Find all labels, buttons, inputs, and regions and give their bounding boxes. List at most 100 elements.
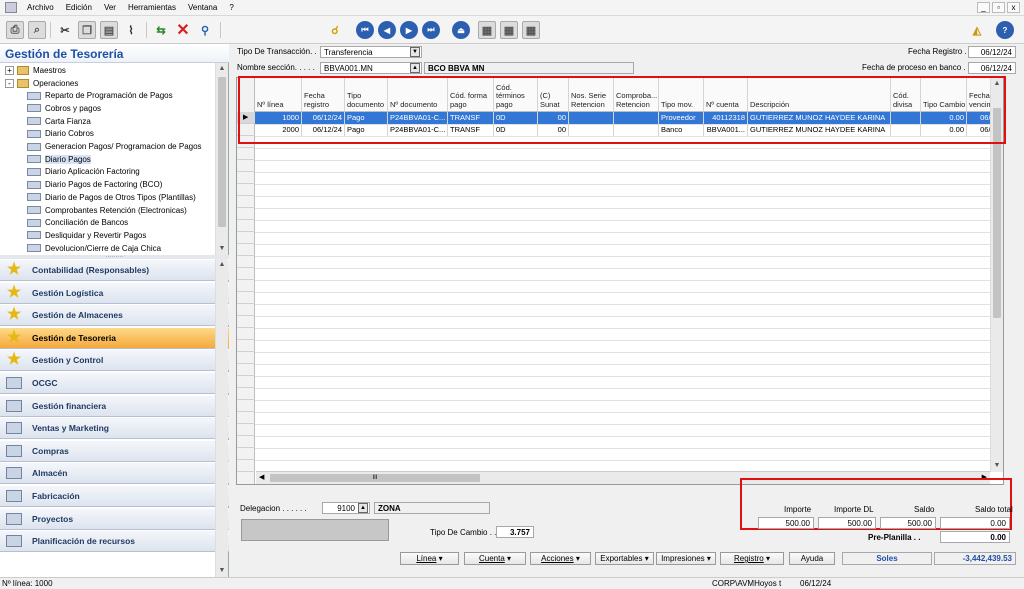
- last-record-icon[interactable]: ⏭: [422, 21, 440, 39]
- tree-item[interactable]: Desliquidar y Revertir Pagos: [27, 229, 146, 242]
- module-ocgc[interactable]: OCGC: [0, 372, 229, 394]
- scroll-down-icon[interactable]: ▼: [216, 243, 228, 255]
- tree-node-maestros[interactable]: + Maestros: [5, 64, 66, 77]
- tree-item[interactable]: Carta Fianza: [27, 115, 91, 128]
- grid-vertical-scrollbar[interactable]: ▲ ▼: [990, 78, 1003, 472]
- scroll-up-icon[interactable]: ▲: [991, 78, 1003, 90]
- row-header[interactable]: [237, 208, 255, 220]
- cell-documento[interactable]: P24BBVA01-C...: [388, 124, 448, 136]
- module-ventas[interactable]: Ventas y Marketing: [0, 417, 229, 440]
- previous-record-icon[interactable]: ◀: [378, 21, 396, 39]
- tree-item[interactable]: Diario de Pagos de Otros Tipos (Plantill…: [27, 191, 196, 204]
- cell-cuenta[interactable]: BBVA001...: [704, 124, 748, 136]
- print-preview-icon[interactable]: ⌕: [28, 21, 46, 39]
- column-header[interactable]: Comproba... Retencion: [614, 78, 659, 112]
- column-header[interactable]: Cód. términos pago: [494, 78, 538, 112]
- print-icon[interactable]: ⎙: [6, 21, 24, 39]
- module-planificacion[interactable]: Planificación de recursos: [0, 530, 229, 553]
- refresh-icon[interactable]: ⇆: [152, 21, 170, 39]
- tree-item[interactable]: Conciliación de Bancos: [27, 216, 128, 229]
- row-header[interactable]: [237, 172, 255, 184]
- menu-ver[interactable]: Ver: [98, 3, 122, 12]
- column-header[interactable]: Cód. forma pago: [448, 78, 494, 112]
- cell-terminos[interactable]: 0D: [494, 112, 538, 124]
- module-gestion-tesoreria[interactable]: ★ Gestión de Tesoreria: [0, 326, 229, 349]
- row-header[interactable]: [237, 292, 255, 304]
- cell-terminos[interactable]: 0D: [494, 124, 538, 136]
- modules-scrollbar[interactable]: ▲ ▼: [215, 259, 228, 577]
- tree-item[interactable]: Diario Cobros: [27, 128, 94, 141]
- row-header[interactable]: [237, 376, 255, 388]
- module-proyectos[interactable]: Proyectos: [0, 507, 229, 530]
- row-header[interactable]: [237, 136, 255, 148]
- cell-tipo-cambio[interactable]: 0.00: [921, 124, 967, 136]
- cell-linea[interactable]: 1000: [255, 112, 302, 124]
- cell-tipo-mov[interactable]: Proveedor: [659, 112, 704, 124]
- module-gestion-logistica[interactable]: ★ Gestión Logística: [0, 281, 229, 304]
- cell-descripcion[interactable]: GUTIERREZ MUNOZ HAYDEE KARINA: [748, 112, 891, 124]
- attach-icon[interactable]: ⌇: [122, 21, 140, 39]
- row-header[interactable]: [237, 340, 255, 352]
- cell-linea[interactable]: 2000: [255, 124, 302, 136]
- cell-documento[interactable]: P24BBVA01-C...: [388, 112, 448, 124]
- menu-archivo[interactable]: Archivo: [21, 3, 60, 12]
- column-header[interactable]: Descripción: [748, 78, 891, 112]
- restore-button[interactable]: ▫: [992, 2, 1005, 13]
- row-header[interactable]: [237, 424, 255, 436]
- cell-comprobante[interactable]: [614, 112, 659, 124]
- menu-ventana[interactable]: Ventana: [182, 3, 223, 12]
- search-icon[interactable]: ⚲: [196, 21, 214, 39]
- scrollbar-thumb[interactable]: [218, 77, 226, 227]
- column-header[interactable]: Nº cuenta: [704, 78, 748, 112]
- tipo-transaccion-select[interactable]: Transferencia: [320, 46, 422, 58]
- module-gestion-almacenes[interactable]: ★ Gestión de Almacenes: [0, 304, 229, 327]
- export-icon[interactable]: ▦: [478, 21, 496, 39]
- tree-item[interactable]: Comprobantes Retención (Electronicas): [27, 204, 187, 217]
- lookup-arrow-icon[interactable]: ▲: [410, 63, 420, 73]
- menu-herramientas[interactable]: Herramientas: [122, 3, 182, 12]
- fecha-registro-field[interactable]: 06/12/24: [968, 46, 1016, 58]
- row-header[interactable]: [237, 352, 255, 364]
- column-header[interactable]: Tipo documento: [345, 78, 388, 112]
- row-header[interactable]: [237, 256, 255, 268]
- scrollbar-thumb[interactable]: [993, 108, 1001, 318]
- tree-item[interactable]: Diario Pagos de Factoring (BCO): [27, 178, 162, 191]
- scroll-up-icon[interactable]: ▲: [216, 259, 228, 271]
- scroll-up-icon[interactable]: ▲: [216, 63, 228, 75]
- tree-item-selected[interactable]: Diario Pagos: [27, 153, 91, 166]
- grid-horizontal-scrollbar[interactable]: ◀ III ▶: [256, 471, 990, 484]
- scroll-down-icon[interactable]: ▼: [991, 460, 1003, 472]
- filter-icon[interactable]: ☌: [326, 21, 344, 39]
- cell-tipo-doc[interactable]: Pago: [345, 112, 388, 124]
- cell-fecha[interactable]: 06/12/24: [302, 124, 345, 136]
- cell-serie[interactable]: [569, 112, 614, 124]
- column-header[interactable]: Tipo mov.: [659, 78, 704, 112]
- row-header[interactable]: [237, 244, 255, 256]
- tree-item[interactable]: Cobros y pagos: [27, 102, 101, 115]
- row-header[interactable]: [237, 184, 255, 196]
- tree-item[interactable]: Devolucion/Cierre de Caja Chica: [27, 242, 161, 255]
- row-header[interactable]: [237, 232, 255, 244]
- fecha-proceso-field[interactable]: 06/12/24: [968, 62, 1016, 74]
- row-header[interactable]: [237, 448, 255, 460]
- row-header[interactable]: [237, 412, 255, 424]
- cell-divisa[interactable]: [891, 112, 921, 124]
- module-gestion-financiera[interactable]: Gestión financiera: [0, 394, 229, 417]
- cell-fecha[interactable]: 06/12/24: [302, 112, 345, 124]
- row-header[interactable]: [237, 328, 255, 340]
- scroll-left-icon[interactable]: ◀: [259, 473, 264, 481]
- expand-icon[interactable]: +: [5, 65, 14, 75]
- scroll-right-icon[interactable]: ▶: [982, 473, 987, 481]
- delete-icon[interactable]: ✕: [174, 21, 192, 39]
- cell-divisa[interactable]: [891, 124, 921, 136]
- module-fabricacion[interactable]: Fabricación: [0, 485, 229, 507]
- registro-button[interactable]: Registro ▾: [720, 552, 784, 565]
- column-header[interactable]: Nº línea: [255, 78, 302, 112]
- chevron-down-icon[interactable]: ▼: [410, 47, 420, 57]
- ayuda-button[interactable]: Ayuda: [789, 552, 835, 565]
- row-header[interactable]: [237, 124, 255, 136]
- row-header[interactable]: [237, 196, 255, 208]
- module-compras[interactable]: Compras: [0, 439, 229, 462]
- next-record-icon[interactable]: ▶: [400, 21, 418, 39]
- lookup-arrow-icon[interactable]: ▲: [358, 503, 368, 513]
